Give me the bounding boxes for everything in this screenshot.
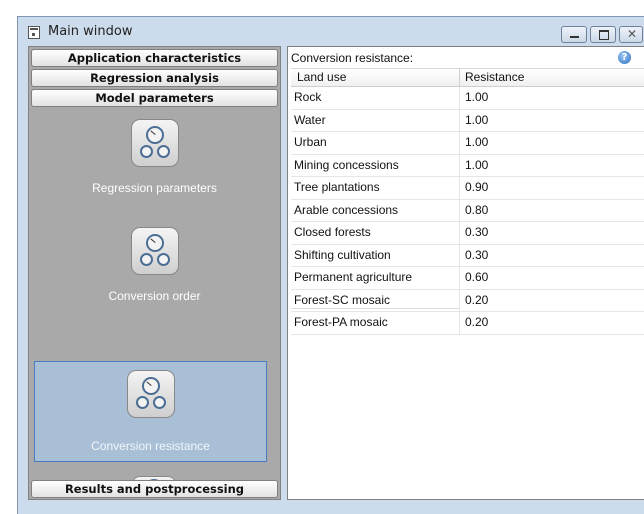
resistance-cell[interactable]: 1.00 [465, 158, 488, 172]
nav-item-conversion-order[interactable]: Conversion order [29, 219, 280, 319]
resistance-cell[interactable]: 1.00 [465, 113, 488, 127]
minimize-button[interactable] [561, 26, 587, 43]
title-bar[interactable]: Main window ✕ [18, 17, 644, 47]
land-use-cell[interactable]: Forest-SC mosaic [294, 293, 390, 307]
table-row[interactable]: Closed forests 0.30 [291, 222, 644, 245]
close-icon: ✕ [627, 27, 638, 41]
close-button[interactable]: ✕ [619, 26, 643, 43]
cell-divider [459, 87, 460, 109]
cell-divider [459, 199, 460, 221]
window-title: Main window [48, 24, 133, 39]
land-use-cell[interactable]: Tree plantations [294, 180, 380, 194]
cell-divider [459, 132, 460, 154]
table-row[interactable]: Rock 1.00 [291, 87, 644, 110]
maximize-button[interactable] [590, 26, 616, 43]
resistance-cell[interactable]: 1.00 [465, 90, 488, 104]
navigation-panel: Application characteristics Regression a… [28, 46, 281, 500]
land-use-cell[interactable]: Closed forests [294, 225, 371, 239]
resistance-cell[interactable]: 0.20 [465, 293, 488, 307]
table-row[interactable]: Water 1.00 [291, 109, 644, 132]
gauges-icon [130, 227, 179, 275]
table-row[interactable]: Mining concessions 1.00 [291, 154, 644, 177]
help-icon[interactable]: ? [618, 51, 631, 64]
cell-divider [459, 267, 460, 289]
panel-caption: Conversion resistance: [291, 51, 414, 65]
resistance-cell[interactable]: 0.60 [465, 270, 488, 284]
table-header: Land use Resistance [291, 68, 644, 87]
land-use-cell[interactable]: Water [294, 113, 326, 127]
cell-divider [459, 289, 460, 311]
table-row[interactable]: Tree plantations 0.90 [291, 177, 644, 200]
column-header-resistance[interactable]: Resistance [465, 70, 524, 84]
resistance-cell[interactable]: 1.00 [465, 135, 488, 149]
window-app-icon [28, 26, 40, 39]
column-header-land-use[interactable]: Land use [297, 70, 346, 84]
gauges-icon [126, 370, 175, 418]
land-use-cell[interactable]: Arable concessions [294, 203, 398, 217]
land-use-cell[interactable]: Shifting cultivation [294, 248, 391, 262]
land-use-cell[interactable]: Mining concessions [294, 158, 399, 172]
cell-divider [459, 244, 460, 266]
cell-divider [459, 222, 460, 244]
column-divider[interactable] [459, 69, 460, 86]
maximize-icon [599, 30, 609, 40]
resistance-cell[interactable]: 0.20 [465, 315, 488, 329]
land-use-cell[interactable]: Permanent agriculture [294, 270, 412, 284]
table-row[interactable]: Shifting cultivation 0.30 [291, 244, 644, 267]
section-header-regression-analysis[interactable]: Regression analysis [31, 69, 278, 87]
nav-item-conversion-resistance[interactable]: Conversion resistance [34, 361, 267, 462]
land-use-cell[interactable]: Forest-PA mosaic [294, 315, 388, 329]
resistance-cell[interactable]: 0.90 [465, 180, 488, 194]
cell-divider [459, 109, 460, 131]
section-header-model-parameters[interactable]: Model parameters [31, 89, 278, 107]
section-header-results-and-postprocessing[interactable]: Results and postprocessing [31, 480, 278, 498]
section-header-application-characteristics[interactable]: Application characteristics [31, 49, 278, 67]
land-use-cell[interactable]: Rock [294, 90, 321, 104]
table-row[interactable]: Permanent agriculture 0.60 [291, 267, 644, 290]
nav-item-label: Conversion resistance [91, 439, 210, 453]
resistance-cell[interactable]: 0.30 [465, 248, 488, 262]
cell-divider [459, 312, 460, 334]
minimize-icon [570, 36, 579, 38]
cell-divider [459, 177, 460, 199]
table-row[interactable]: Forest-PA mosaic 0.20 [291, 312, 644, 335]
gauges-icon [130, 119, 179, 167]
table-bottom-line [291, 308, 459, 309]
table-row[interactable]: Arable concessions 0.80 [291, 199, 644, 222]
nav-item-label: Conversion order [108, 289, 201, 303]
resistance-cell[interactable]: 0.30 [465, 225, 488, 239]
cell-divider [459, 154, 460, 176]
content-panel: Conversion resistance: ? Land use Resist… [287, 46, 644, 500]
nav-item-label: Regression parameters [92, 181, 217, 195]
land-use-cell[interactable]: Urban [294, 135, 327, 149]
main-window: Main window ✕ Application characteristic… [17, 16, 644, 514]
resistance-table: Land use Resistance Rock 1.00 Water 1.00 Urb… [291, 68, 644, 335]
table-row[interactable]: Urban 1.00 [291, 132, 644, 155]
resistance-cell[interactable]: 0.80 [465, 203, 488, 217]
nav-item-regression-parameters[interactable]: Regression parameters [29, 111, 280, 211]
